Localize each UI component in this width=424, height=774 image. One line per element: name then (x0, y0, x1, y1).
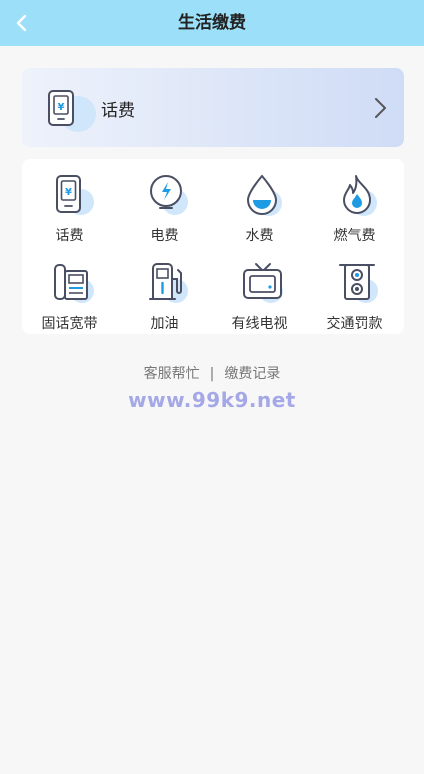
chevron-right-icon (375, 98, 386, 118)
phone-bill-icon: ¥ (56, 175, 94, 215)
svg-text:¥: ¥ (58, 102, 65, 113)
service-label: 交通罚款 (326, 316, 383, 332)
service-landline[interactable]: 固话宽带 (22, 253, 117, 333)
service-label: 电费 (150, 228, 179, 244)
featured-phone-bill-card[interactable]: ¥ 话费 (22, 68, 404, 147)
payment-records-link[interactable]: 缴费记录 (224, 366, 280, 382)
fuel-pump-icon (149, 263, 188, 303)
tv-icon (243, 263, 283, 303)
service-label: 话费 (55, 228, 84, 244)
service-gas[interactable]: 燃气费 (307, 165, 402, 245)
gas-flame-icon (343, 175, 377, 216)
footer-links: 客服帮忙 | 缴费记录 (0, 363, 424, 383)
svg-text:¥: ¥ (65, 187, 72, 198)
service-fuel[interactable]: 加油 (117, 253, 212, 333)
watermark: www.99k9.net (128, 388, 296, 412)
service-label: 固话宽带 (41, 316, 98, 332)
service-label: 水费 (245, 228, 274, 244)
featured-label: 话费 (101, 101, 135, 121)
phone-bill-icon: ¥ (48, 90, 96, 132)
service-cable-tv[interactable]: 有线电视 (212, 253, 307, 333)
service-label: 有线电视 (231, 316, 288, 332)
traffic-light-icon (339, 264, 378, 303)
service-label: 加油 (150, 316, 179, 332)
link-separator: | (209, 366, 215, 382)
service-label: 燃气费 (333, 228, 376, 244)
electricity-icon (150, 175, 188, 215)
landline-icon (54, 264, 94, 303)
top-bar: 生活缴费 (0, 0, 424, 46)
customer-service-link[interactable]: 客服帮忙 (144, 366, 200, 382)
service-water[interactable]: 水费 (212, 165, 307, 245)
page-title: 生活缴费 (178, 13, 246, 33)
water-drop-icon (246, 174, 282, 216)
service-grid: ¥ 话费 电费 水费 燃气费 固话宽带 加油 有线电视 交通罚款 (22, 159, 404, 334)
service-electricity[interactable]: 电费 (117, 165, 212, 245)
service-traffic-fine[interactable]: 交通罚款 (307, 253, 402, 333)
service-phone-bill[interactable]: ¥ 话费 (22, 165, 117, 245)
